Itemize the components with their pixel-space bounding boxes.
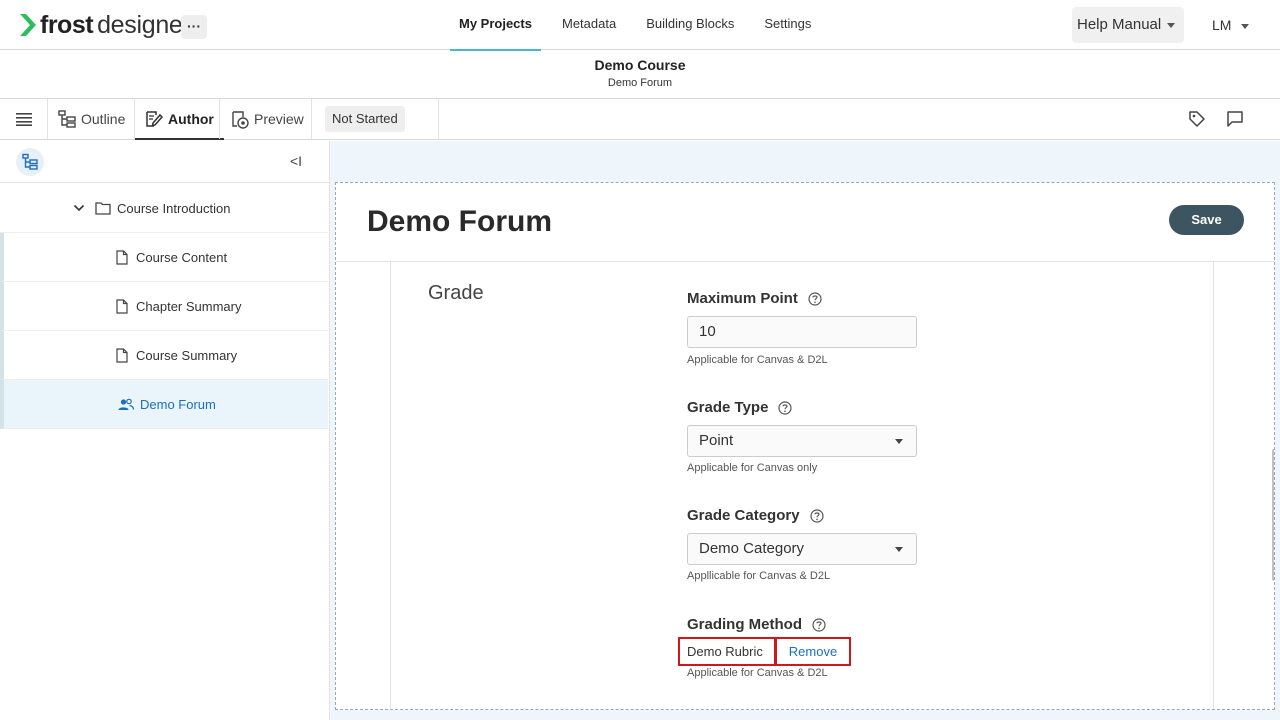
caret-down-icon [895, 547, 903, 552]
folder-icon [95, 202, 111, 215]
status-badge[interactable]: Not Started [325, 106, 405, 132]
grade-category-label-text: Grade Category [687, 507, 800, 524]
tab-author-label: Author [168, 111, 214, 127]
max-point-label-text: Maximum Point [687, 290, 798, 307]
main-nav: My Projects Metadata Building Blocks Set… [450, 0, 832, 51]
grade-type-select[interactable]: Point [687, 425, 917, 457]
frost-designer-logo[interactable]: frost designer [20, 10, 191, 40]
logo-chevron-icon [20, 14, 36, 36]
hamburger-icon [15, 113, 32, 126]
max-point-hint: Applicable for Canvas & D2L [687, 354, 828, 366]
help-circle-icon[interactable] [812, 617, 826, 632]
caret-down-icon [895, 439, 903, 444]
page-icon [116, 298, 128, 314]
course-header: Demo Course Demo Forum [0, 50, 1280, 99]
tab-preview-label: Preview [254, 111, 304, 127]
grading-rubric-name: Demo Rubric [678, 637, 776, 666]
tree-item-course-summary[interactable]: Course Summary [0, 331, 328, 380]
section-title-grade: Grade [428, 282, 484, 304]
grade-type-value: Point [699, 432, 734, 449]
tab-outline-label: Outline [81, 111, 126, 127]
page-icon [116, 249, 128, 265]
tree-item-chapter-summary[interactable]: Chapter Summary [0, 282, 328, 331]
save-button[interactable]: Save [1169, 205, 1244, 235]
tree-folder-course-introduction[interactable]: Course Introduction [0, 184, 328, 233]
collapse-sidebar-button[interactable]: <I [290, 153, 302, 169]
nav-settings[interactable]: Settings [755, 0, 820, 50]
main-content-area: Demo Forum Save Grade Maximum Point 10 A… [330, 141, 1280, 720]
tab-author[interactable]: Author [135, 99, 224, 140]
hamburger-menu-button[interactable] [0, 99, 48, 139]
tree-item-label: Demo Forum [140, 396, 216, 412]
people-icon [118, 398, 134, 410]
grade-category-value: Demo Category [699, 540, 805, 557]
tree-item-label: Course Summary [136, 347, 238, 363]
help-circle-icon[interactable] [809, 508, 824, 523]
tree-item-label: Chapter Summary [136, 298, 242, 314]
logo-text-light: designer [97, 10, 191, 39]
comment-icon[interactable] [1225, 109, 1245, 129]
logo-text-bold: frost [40, 10, 94, 39]
user-initials: LM [1212, 17, 1232, 33]
grade-category-select[interactable]: Demo Category [687, 533, 917, 565]
tab-preview[interactable]: Preview [230, 99, 304, 139]
course-outline-sidebar: <I Course Introduction Course Content Ch… [0, 141, 330, 720]
tree-item-course-content[interactable]: Course Content [0, 233, 328, 282]
grading-method-label: Grading Method [687, 616, 826, 633]
grade-settings-panel: Grade Maximum Point 10 Applicable for Ca… [390, 262, 1214, 709]
grade-type-hint: Applicable for Canvas only [687, 462, 818, 474]
help-circle-icon[interactable] [778, 400, 793, 415]
page-icon [116, 347, 128, 363]
editor-scrollbar[interactable] [1272, 449, 1274, 581]
sidebar-header: <I [0, 141, 330, 183]
chevron-down-icon [73, 204, 85, 212]
grading-method-hint: Applicable for Canvas & D2L [687, 667, 828, 679]
editor-header: Demo Forum Save [336, 183, 1274, 262]
grade-type-label-text: Grade Type [687, 399, 769, 416]
course-title: Demo Course [594, 57, 686, 73]
help-circle-icon[interactable] [808, 291, 822, 306]
help-manual-dropdown[interactable]: Help Manual [1072, 7, 1184, 43]
folder-label: Course Introduction [117, 200, 231, 216]
user-menu[interactable]: LM [1212, 7, 1250, 43]
tree-view-button[interactable] [16, 148, 44, 176]
course-subtitle: Demo Forum [607, 77, 673, 89]
nav-building-blocks[interactable]: Building Blocks [637, 0, 743, 50]
top-navbar: frost designer ··· My Projects Metadata … [0, 0, 1280, 51]
max-point-label: Maximum Point [687, 290, 822, 307]
remove-rubric-link[interactable]: Remove [775, 637, 851, 666]
tree-view-icon [22, 153, 38, 170]
tag-icon[interactable] [1187, 109, 1207, 129]
tab-outline[interactable]: Outline [57, 99, 125, 139]
preview-eye-icon [232, 111, 249, 129]
nav-metadata[interactable]: Metadata [553, 0, 625, 50]
tree-item-label: Course Content [136, 249, 228, 265]
author-toolbar: Outline Author Preview Not Started [0, 99, 1280, 140]
caret-down-icon [1167, 22, 1176, 28]
grading-method-label-text: Grading Method [687, 616, 802, 633]
grade-category-label: Grade Category [687, 507, 824, 524]
max-point-input[interactable]: 10 [687, 316, 917, 348]
outline-tree-icon [58, 110, 76, 128]
more-options-button[interactable]: ··· [181, 15, 207, 39]
nav-my-projects[interactable]: My Projects [450, 0, 541, 51]
tree-item-demo-forum[interactable]: Demo Forum [0, 380, 328, 429]
caret-down-icon [1241, 23, 1250, 29]
editor-title: Demo Forum [367, 205, 553, 238]
grade-category-hint: Appllicable for Canvas & D2L [687, 570, 831, 582]
author-edit-icon [146, 111, 164, 127]
help-manual-label: Help Manual [1077, 16, 1162, 33]
forum-editor: Demo Forum Save Grade Maximum Point 10 A… [335, 182, 1275, 710]
grade-type-label: Grade Type [687, 399, 793, 416]
